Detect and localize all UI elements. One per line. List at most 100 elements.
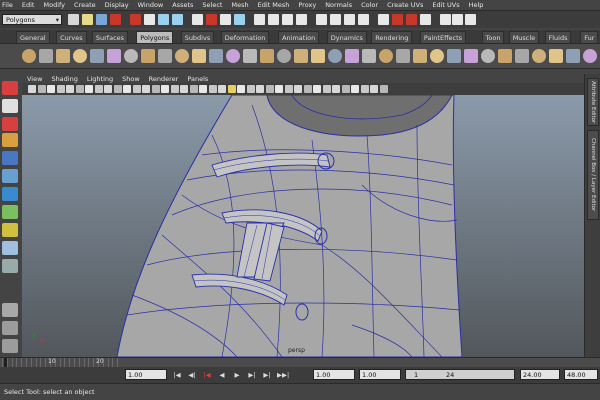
- status-tool-icon[interactable]: [96, 14, 107, 25]
- panel-toolbar-icon[interactable]: [85, 85, 93, 93]
- menu-create[interactable]: Create: [74, 1, 96, 9]
- toolbox-tool-icon[interactable]: [2, 169, 18, 183]
- panel-menu-view[interactable]: View: [27, 75, 42, 83]
- polygon-tool-icon[interactable]: [464, 49, 478, 63]
- menu-window[interactable]: Window: [138, 1, 164, 9]
- playback-button[interactable]: ▶|: [247, 371, 257, 379]
- playback-end-field[interactable]: 24.00: [520, 369, 560, 380]
- polygon-tool-icon[interactable]: [447, 49, 461, 63]
- toolbox-tool-icon[interactable]: [2, 339, 18, 353]
- panel-toolbar-icon[interactable]: [360, 85, 369, 93]
- menu-mesh[interactable]: Mesh: [231, 1, 248, 9]
- panel-toolbar-icon[interactable]: [227, 85, 236, 93]
- shelf-tab-curves[interactable]: Curves: [56, 31, 87, 43]
- status-tool-icon[interactable]: [144, 14, 155, 25]
- polygon-tool-icon[interactable]: [430, 49, 444, 63]
- toolbox-tool-icon[interactable]: [2, 241, 18, 255]
- shelf-tab-deformation[interactable]: Deformation: [220, 31, 270, 43]
- panel-toolbar-icon[interactable]: [170, 85, 179, 93]
- polygon-tool-icon[interactable]: [90, 49, 104, 63]
- menu-select[interactable]: Select: [202, 1, 222, 9]
- panel-toolbar-icon[interactable]: [294, 85, 302, 93]
- status-tool-icon[interactable]: [296, 14, 307, 25]
- status-tool-icon[interactable]: [110, 14, 121, 25]
- menu-display[interactable]: Display: [105, 1, 129, 9]
- playback-button[interactable]: ▶: [232, 371, 242, 379]
- playback-button[interactable]: ▶|: [262, 371, 272, 379]
- shelf-tab-subdivs[interactable]: Subdivs: [180, 31, 215, 43]
- status-tool-icon[interactable]: [130, 14, 141, 25]
- polygon-tool-icon[interactable]: [107, 49, 121, 63]
- panel-toolbar-icon[interactable]: [104, 85, 112, 93]
- panel-toolbar-icon[interactable]: [208, 85, 217, 93]
- polygon-tool-icon[interactable]: [498, 49, 512, 63]
- status-tool-icon[interactable]: [172, 14, 183, 25]
- polygon-tool-icon[interactable]: [532, 49, 546, 63]
- polygon-tool-icon[interactable]: [39, 49, 53, 63]
- panel-toolbar-icon[interactable]: [37, 85, 46, 93]
- toolbox-tool-icon[interactable]: [2, 151, 18, 165]
- status-tool-icon[interactable]: [330, 14, 341, 25]
- playback-button[interactable]: ◀: [217, 371, 227, 379]
- polygon-tool-icon[interactable]: [566, 49, 580, 63]
- polygon-tool-icon[interactable]: [396, 49, 410, 63]
- polygon-tool-icon[interactable]: [124, 49, 138, 63]
- menu-proxy[interactable]: Proxy: [298, 1, 316, 9]
- panel-toolbar-icon[interactable]: [66, 85, 74, 93]
- polygon-tool-icon[interactable]: [175, 49, 189, 63]
- panel-toolbar-icon[interactable]: [332, 85, 340, 93]
- end-time-field[interactable]: 48.00: [564, 369, 598, 380]
- start-time-field[interactable]: 1.00: [313, 369, 355, 380]
- panel-menu-renderer[interactable]: Renderer: [149, 75, 179, 83]
- status-tool-icon[interactable]: [206, 14, 217, 25]
- playback-button[interactable]: ▶▶|: [277, 371, 289, 379]
- shelf-tab-painteffects[interactable]: PaintEffects: [419, 31, 467, 43]
- menu-edit-mesh[interactable]: Edit Mesh: [258, 1, 290, 9]
- toolbox-tool-icon[interactable]: [2, 81, 18, 95]
- shelf-tab-general[interactable]: General: [16, 31, 50, 43]
- polygon-tool-icon[interactable]: [22, 49, 36, 63]
- polygon-tool-icon[interactable]: [158, 49, 172, 63]
- panel-toolbar-icon[interactable]: [142, 85, 150, 93]
- toolbox-tool-icon[interactable]: [2, 133, 18, 147]
- panel-toolbar-icon[interactable]: [313, 85, 321, 93]
- panel-toolbar-icon[interactable]: [237, 85, 245, 93]
- shelf-tab-dynamics[interactable]: Dynamics: [326, 31, 367, 43]
- panel-toolbar-icon[interactable]: [123, 85, 131, 93]
- toolbox-tool-icon[interactable]: [2, 259, 18, 273]
- panel-toolbar-icon[interactable]: [265, 85, 274, 93]
- status-tool-icon[interactable]: [440, 14, 451, 25]
- status-tool-icon[interactable]: [420, 14, 431, 25]
- status-tool-icon[interactable]: [68, 14, 79, 25]
- panel-toolbar-icon[interactable]: [189, 85, 198, 93]
- polygon-tool-icon[interactable]: [379, 49, 393, 63]
- panel-menu-shading[interactable]: Shading: [51, 75, 77, 83]
- playback-start-field[interactable]: 1.00: [359, 369, 401, 380]
- playback-button[interactable]: ◀|: [187, 371, 197, 379]
- panel-toolbar-icon[interactable]: [180, 85, 188, 93]
- channel-box-tab[interactable]: Channel Box / Layer Editor: [587, 130, 599, 220]
- perspective-viewport[interactable]: persp y x: [22, 95, 584, 357]
- shelf-tab-fluids[interactable]: Fluids: [544, 31, 572, 43]
- status-tool-icon[interactable]: [158, 14, 169, 25]
- polygon-tool-icon[interactable]: [209, 49, 223, 63]
- panel-toolbar-icon[interactable]: [351, 85, 359, 93]
- polygon-tool-icon[interactable]: [277, 49, 291, 63]
- shelf-tab-surfaces[interactable]: Surfaces: [91, 31, 129, 43]
- menu-normals[interactable]: Normals: [325, 1, 352, 9]
- polygon-tool-icon[interactable]: [549, 49, 563, 63]
- status-tool-icon[interactable]: [192, 14, 203, 25]
- menu-edit[interactable]: Edit: [22, 1, 35, 9]
- panel-toolbar-icon[interactable]: [322, 85, 331, 93]
- menu-help[interactable]: Help: [469, 1, 484, 9]
- toolbox-tool-icon[interactable]: [2, 205, 18, 219]
- panel-toolbar-icon[interactable]: [275, 85, 283, 93]
- menu-edit-uvs[interactable]: Edit UVs: [432, 1, 459, 9]
- polygon-tool-icon[interactable]: [56, 49, 70, 63]
- menu-file[interactable]: File: [2, 1, 13, 9]
- panel-toolbar-icon[interactable]: [370, 85, 378, 93]
- panel-toolbar-icon[interactable]: [56, 85, 65, 93]
- playback-button[interactable]: |◀: [202, 371, 212, 379]
- polygon-tool-icon[interactable]: [481, 49, 495, 63]
- polygon-tool-icon[interactable]: [294, 49, 308, 63]
